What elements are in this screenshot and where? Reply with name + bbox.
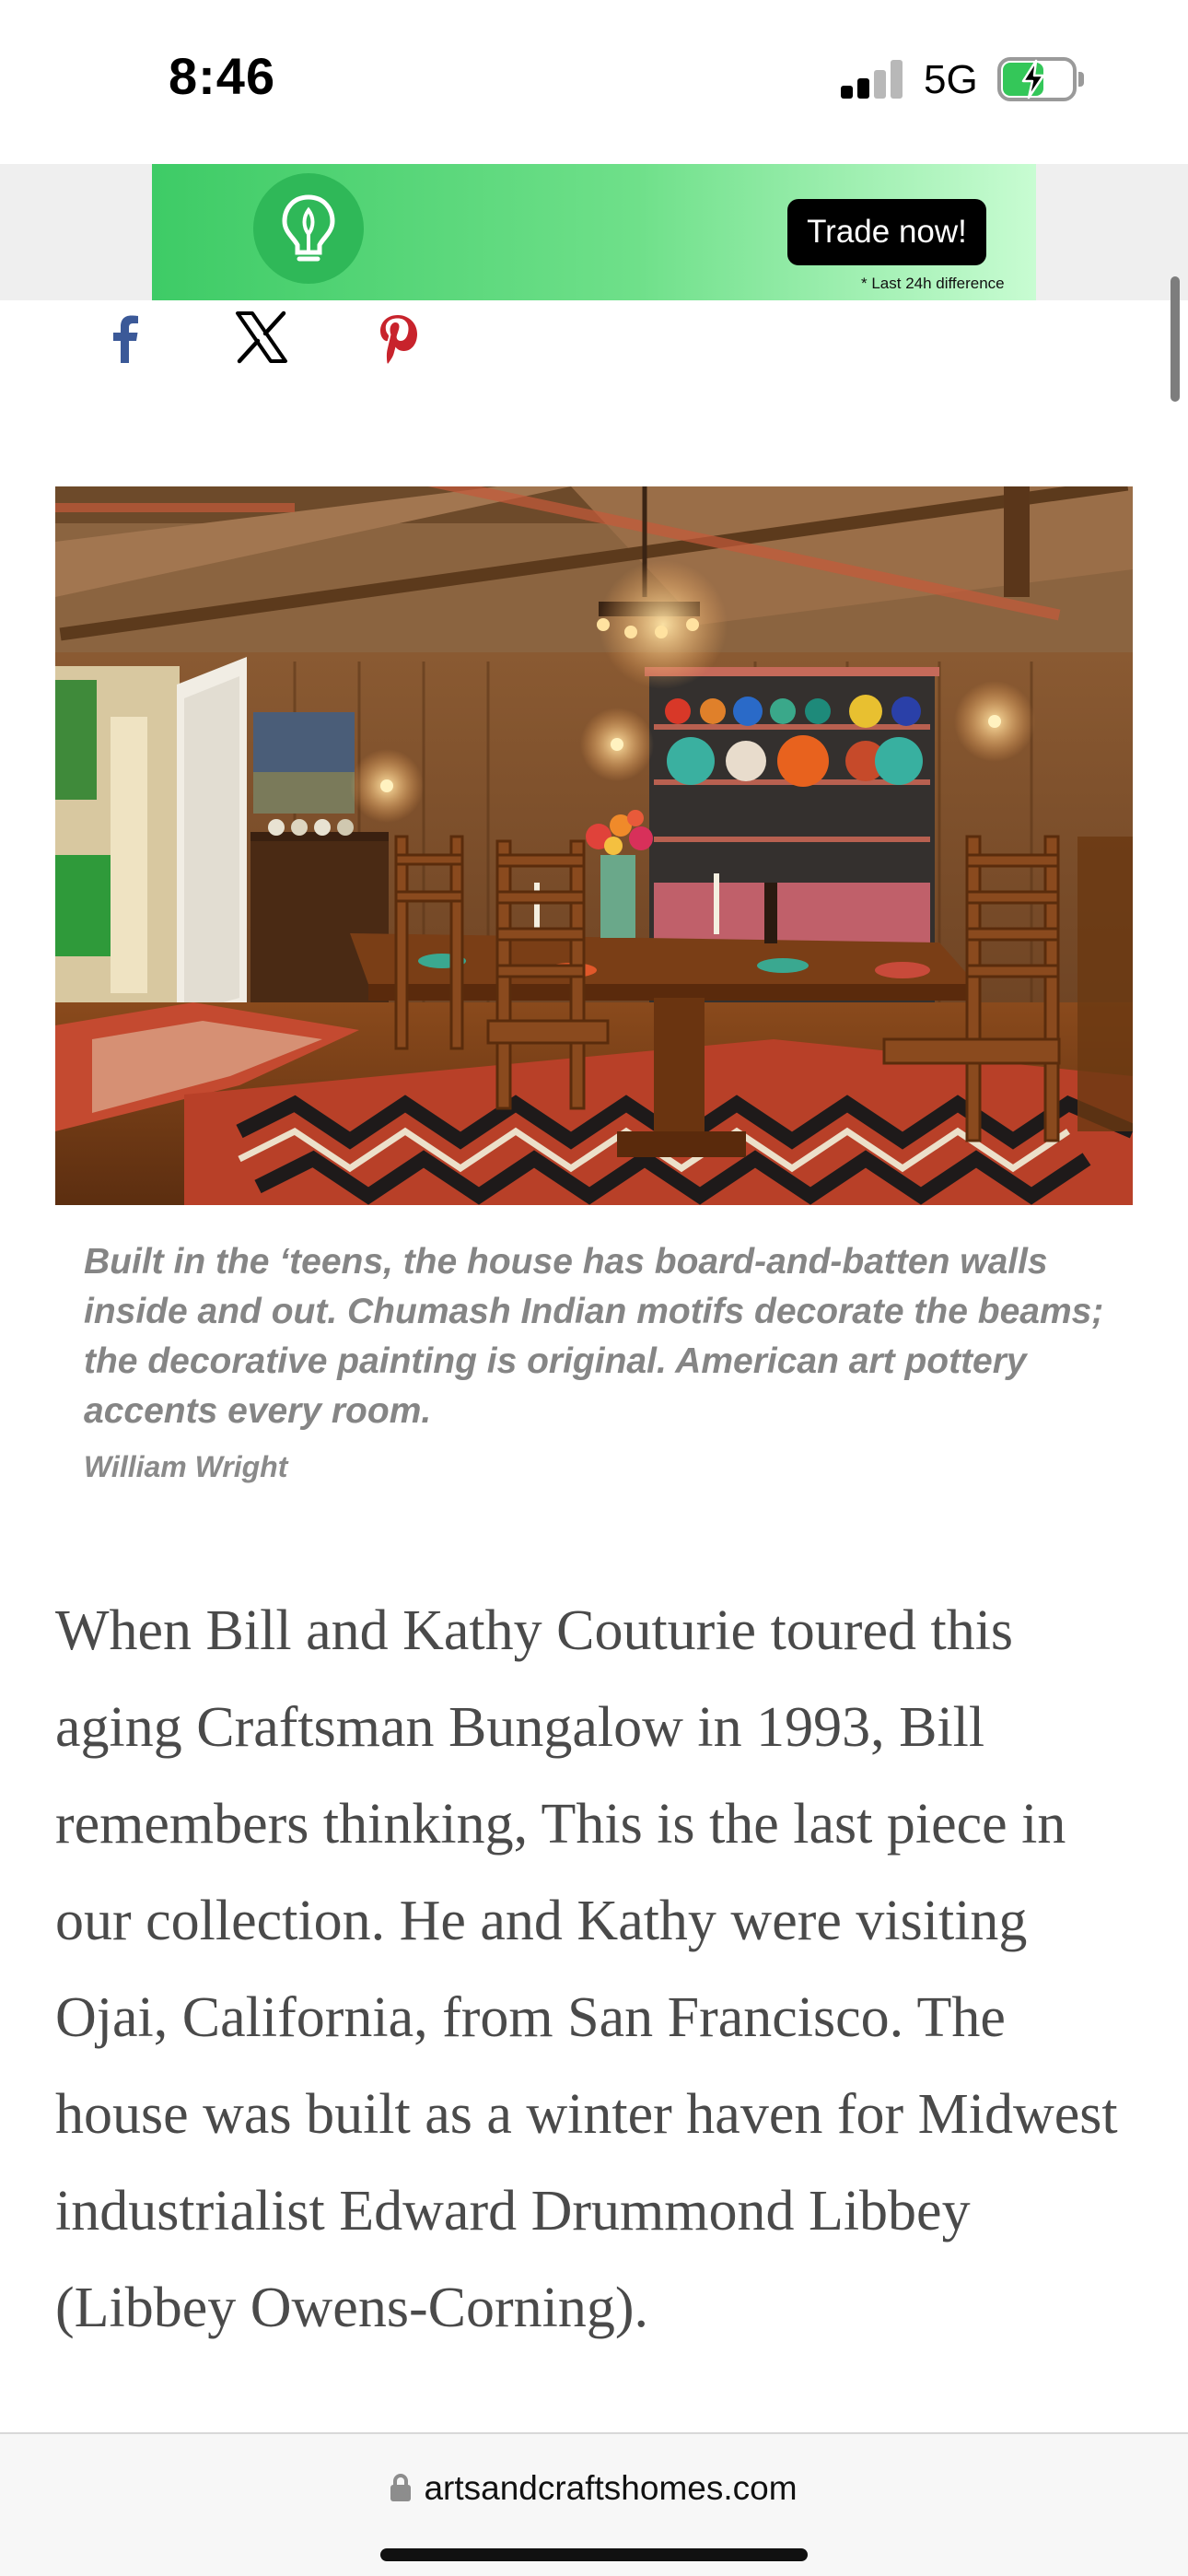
url-text: artsandcraftshomes.com	[424, 2469, 798, 2507]
image-caption: Built in the ‘teens, the house has board…	[84, 1242, 1104, 1431]
status-time: 8:46	[169, 47, 276, 105]
lock-icon	[390, 2474, 412, 2501]
article-body: When Bill and Kathy Couturie toured this…	[55, 1599, 1118, 2339]
status-bar: 8:46 5G	[0, 0, 1188, 164]
address-bar[interactable]: artsandcraftshomes.com	[0, 2469, 1188, 2524]
battery-charging-icon	[997, 57, 1084, 101]
network-type: 5G	[924, 57, 978, 102]
ad-strip: Trade now! * Last 24h difference	[0, 164, 1188, 300]
home-indicator[interactable]	[380, 2548, 808, 2561]
x-icon[interactable]	[232, 308, 291, 367]
facebook-icon[interactable]	[96, 308, 155, 367]
share-bar	[0, 300, 1188, 383]
photo-credit: William Wright	[84, 1450, 288, 1483]
scrollbar[interactable]	[1171, 276, 1180, 402]
ad-disclaimer: * Last 24h difference	[861, 275, 1005, 292]
lightbulb-icon	[253, 173, 364, 284]
pinterest-icon[interactable]	[370, 308, 429, 367]
cellular-signal-icon	[841, 60, 905, 99]
page: 8:46 5G Trade now! * Last 24h difference…	[0, 0, 1188, 2576]
advertisement-banner[interactable]: Trade now! * Last 24h difference	[152, 164, 1036, 300]
browser-bottom-bar: artsandcraftshomes.com	[0, 2432, 1188, 2576]
trade-now-button[interactable]: Trade now!	[787, 199, 986, 265]
dining-room-photo	[55, 486, 1133, 1205]
